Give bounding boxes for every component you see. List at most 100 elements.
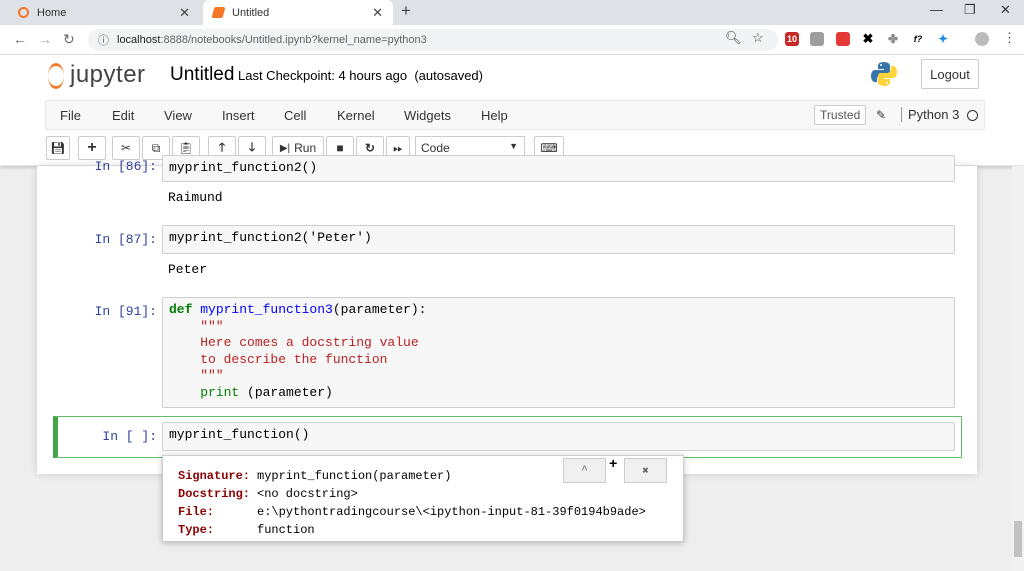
tooltip-file-row: File: e:\pythontradingcourse\<ipython-inp… <box>178 505 646 519</box>
jupyter-logo[interactable]: jupyter <box>48 61 146 89</box>
autosave-text: (autosaved) <box>414 68 483 83</box>
trusted-indicator[interactable]: Trusted <box>814 105 867 125</box>
scissors-icon: ✂ <box>120 141 132 155</box>
code-params: (parameter): <box>332 302 427 317</box>
kernel-name: Python 3 <box>901 107 959 122</box>
menubar: File Edit View Insert Cell Kernel Widget… <box>45 100 985 130</box>
extension-puzzle-icon[interactable]: ✤ <box>886 32 900 46</box>
code-args: (parameter) <box>239 384 333 400</box>
profile-avatar-icon[interactable] <box>975 32 989 46</box>
code-function-name: myprint_function3 <box>200 302 333 317</box>
menu-file[interactable]: File <box>60 108 81 123</box>
back-icon[interactable]: ← <box>13 31 27 47</box>
jupyter-logo-icon <box>48 62 64 89</box>
code-builtin: print <box>169 384 240 400</box>
kernel-status-icon <box>967 110 978 121</box>
tooltip-key: Docstring: <box>178 487 251 501</box>
tooltip-value: <no docstring> <box>257 487 358 501</box>
menu-kernel[interactable]: Kernel <box>337 108 375 123</box>
cell-output: Raimund <box>168 190 223 205</box>
chevron-up-icon: ^ <box>581 464 588 477</box>
keyboard-icon: ⌨ <box>540 141 558 155</box>
cell-prompt: In [87]: <box>94 232 157 247</box>
tab-untitled-label: Untitled <box>232 6 270 19</box>
chevron-down-icon: ▼ <box>509 141 518 151</box>
minimize-icon[interactable]: — <box>930 2 943 17</box>
extension-x-icon[interactable]: ✖ <box>861 32 875 46</box>
notebook-favicon-icon <box>211 7 226 18</box>
tooltip-signature-row: Signature: myprint_function(parameter) <box>178 469 451 483</box>
fast-forward-icon: ⏩︎ <box>393 140 403 155</box>
tooltip-value: e:\pythontradingcourse\<ipython-input-81… <box>257 505 646 519</box>
bookmark-star-icon[interactable]: ☆ <box>752 30 764 46</box>
jupyter-logo-text: jupyter <box>70 61 146 88</box>
extension-function-icon[interactable]: f? <box>911 32 925 46</box>
url-input[interactable]: ⓘ localhost:8888/notebooks/Untitled.ipyn… <box>88 29 778 51</box>
notebook-title[interactable]: Untitled <box>170 64 234 86</box>
code-cell-input[interactable]: def myprint_function3(parameter): """ He… <box>162 297 955 408</box>
tab-untitled[interactable]: Untitled ✕ <box>203 0 393 25</box>
run-label: Run <box>294 141 317 155</box>
jupyter-header: jupyter Untitled Last Checkpoint: 4 hour… <box>0 55 1024 100</box>
new-tab-button[interactable]: + <box>401 1 411 21</box>
info-icon[interactable]: ⓘ <box>98 32 109 48</box>
edit-pencil-icon[interactable]: ✎ <box>876 108 886 122</box>
tooltip-key: Signature: <box>178 469 251 483</box>
menu-insert[interactable]: Insert <box>222 108 255 123</box>
cell-prompt: In [86]: <box>94 159 157 174</box>
tooltip-value: function <box>257 523 315 537</box>
menu-edit[interactable]: Edit <box>112 108 134 123</box>
close-tab-icon[interactable]: ✕ <box>179 5 190 21</box>
extension-bird-icon[interactable]: ✦ <box>936 32 950 46</box>
tooltip-expand-button[interactable]: ^ <box>563 458 606 483</box>
stop-icon: ■ <box>336 141 344 155</box>
tooltip-key: File: <box>178 505 215 519</box>
insert-cell-button[interactable]: + <box>78 136 106 160</box>
menu-view[interactable]: View <box>164 108 192 123</box>
tab-home[interactable]: Home ✕ <box>0 0 200 25</box>
menu-help[interactable]: Help <box>481 108 508 123</box>
extension-cloud-icon[interactable] <box>810 32 824 46</box>
code-cell-input[interactable]: myprint_function2('Peter') <box>162 225 955 254</box>
extension-youtube-icon[interactable] <box>836 32 850 46</box>
browser-menu-icon[interactable]: ⋮ <box>1003 30 1016 46</box>
forward-icon[interactable]: → <box>38 31 52 47</box>
menu-cell[interactable]: Cell <box>284 108 306 123</box>
tooltip-value: myprint_function(parameter) <box>257 469 452 483</box>
cut-button[interactable]: ✂ <box>112 136 140 160</box>
code-docstring: to describe the function <box>169 351 388 367</box>
code-docstring: """ <box>169 318 224 334</box>
notebook-container: In [86]: myprint_function2() Raimund In … <box>37 155 977 474</box>
tooltip-type-row: Type: function <box>178 523 315 537</box>
close-icon: ✖ <box>642 465 649 478</box>
cell-output: Peter <box>168 262 208 277</box>
code-cell-input[interactable]: myprint_function2() <box>162 155 955 182</box>
extension-badge-icon[interactable]: 10 <box>785 32 799 46</box>
logout-button[interactable]: Logout <box>921 59 979 89</box>
close-tab-icon[interactable]: ✕ <box>372 5 383 21</box>
save-icon: 💾︎ <box>50 141 66 155</box>
restore-icon[interactable]: ❐ <box>964 2 976 18</box>
cell-prompt: In [ ]: <box>102 429 157 444</box>
step-forward-icon: ▶| <box>279 142 291 154</box>
python-logo-icon <box>871 62 897 86</box>
browser-tabbar: Home ✕ Untitled ✕ + — ❐ ✕ <box>0 0 1024 25</box>
tooltip-close-button[interactable]: ✖ <box>624 458 667 483</box>
active-code-input[interactable]: myprint_function() <box>162 422 955 451</box>
save-button[interactable]: 💾︎ <box>46 136 70 160</box>
zoom-icon[interactable]: 🔍︎ <box>725 30 742 46</box>
code-docstring: """ <box>169 368 224 383</box>
scrollbar-thumb[interactable] <box>1014 521 1022 557</box>
tooltip-pager-button[interactable]: + <box>609 457 617 473</box>
close-window-icon[interactable]: ✕ <box>1000 2 1011 18</box>
page-scrollbar[interactable] <box>1012 166 1024 571</box>
cell-prompt: In [91]: <box>94 304 157 319</box>
url-path: :8888/notebooks/Untitled.ipynb?kernel_na… <box>160 34 427 46</box>
tab-home-label: Home <box>37 6 67 19</box>
reload-icon[interactable]: ↻ <box>63 31 75 48</box>
menu-widgets[interactable]: Widgets <box>404 108 451 123</box>
address-bar-row: ← → ↻ ⓘ localhost:8888/notebooks/Untitle… <box>0 25 1024 55</box>
cell-type-value: Code <box>421 141 450 155</box>
signature-tooltip: ^ + ✖ Signature: myprint_function(paramet… <box>162 455 684 542</box>
copy-icon: ⧉ <box>151 140 161 155</box>
